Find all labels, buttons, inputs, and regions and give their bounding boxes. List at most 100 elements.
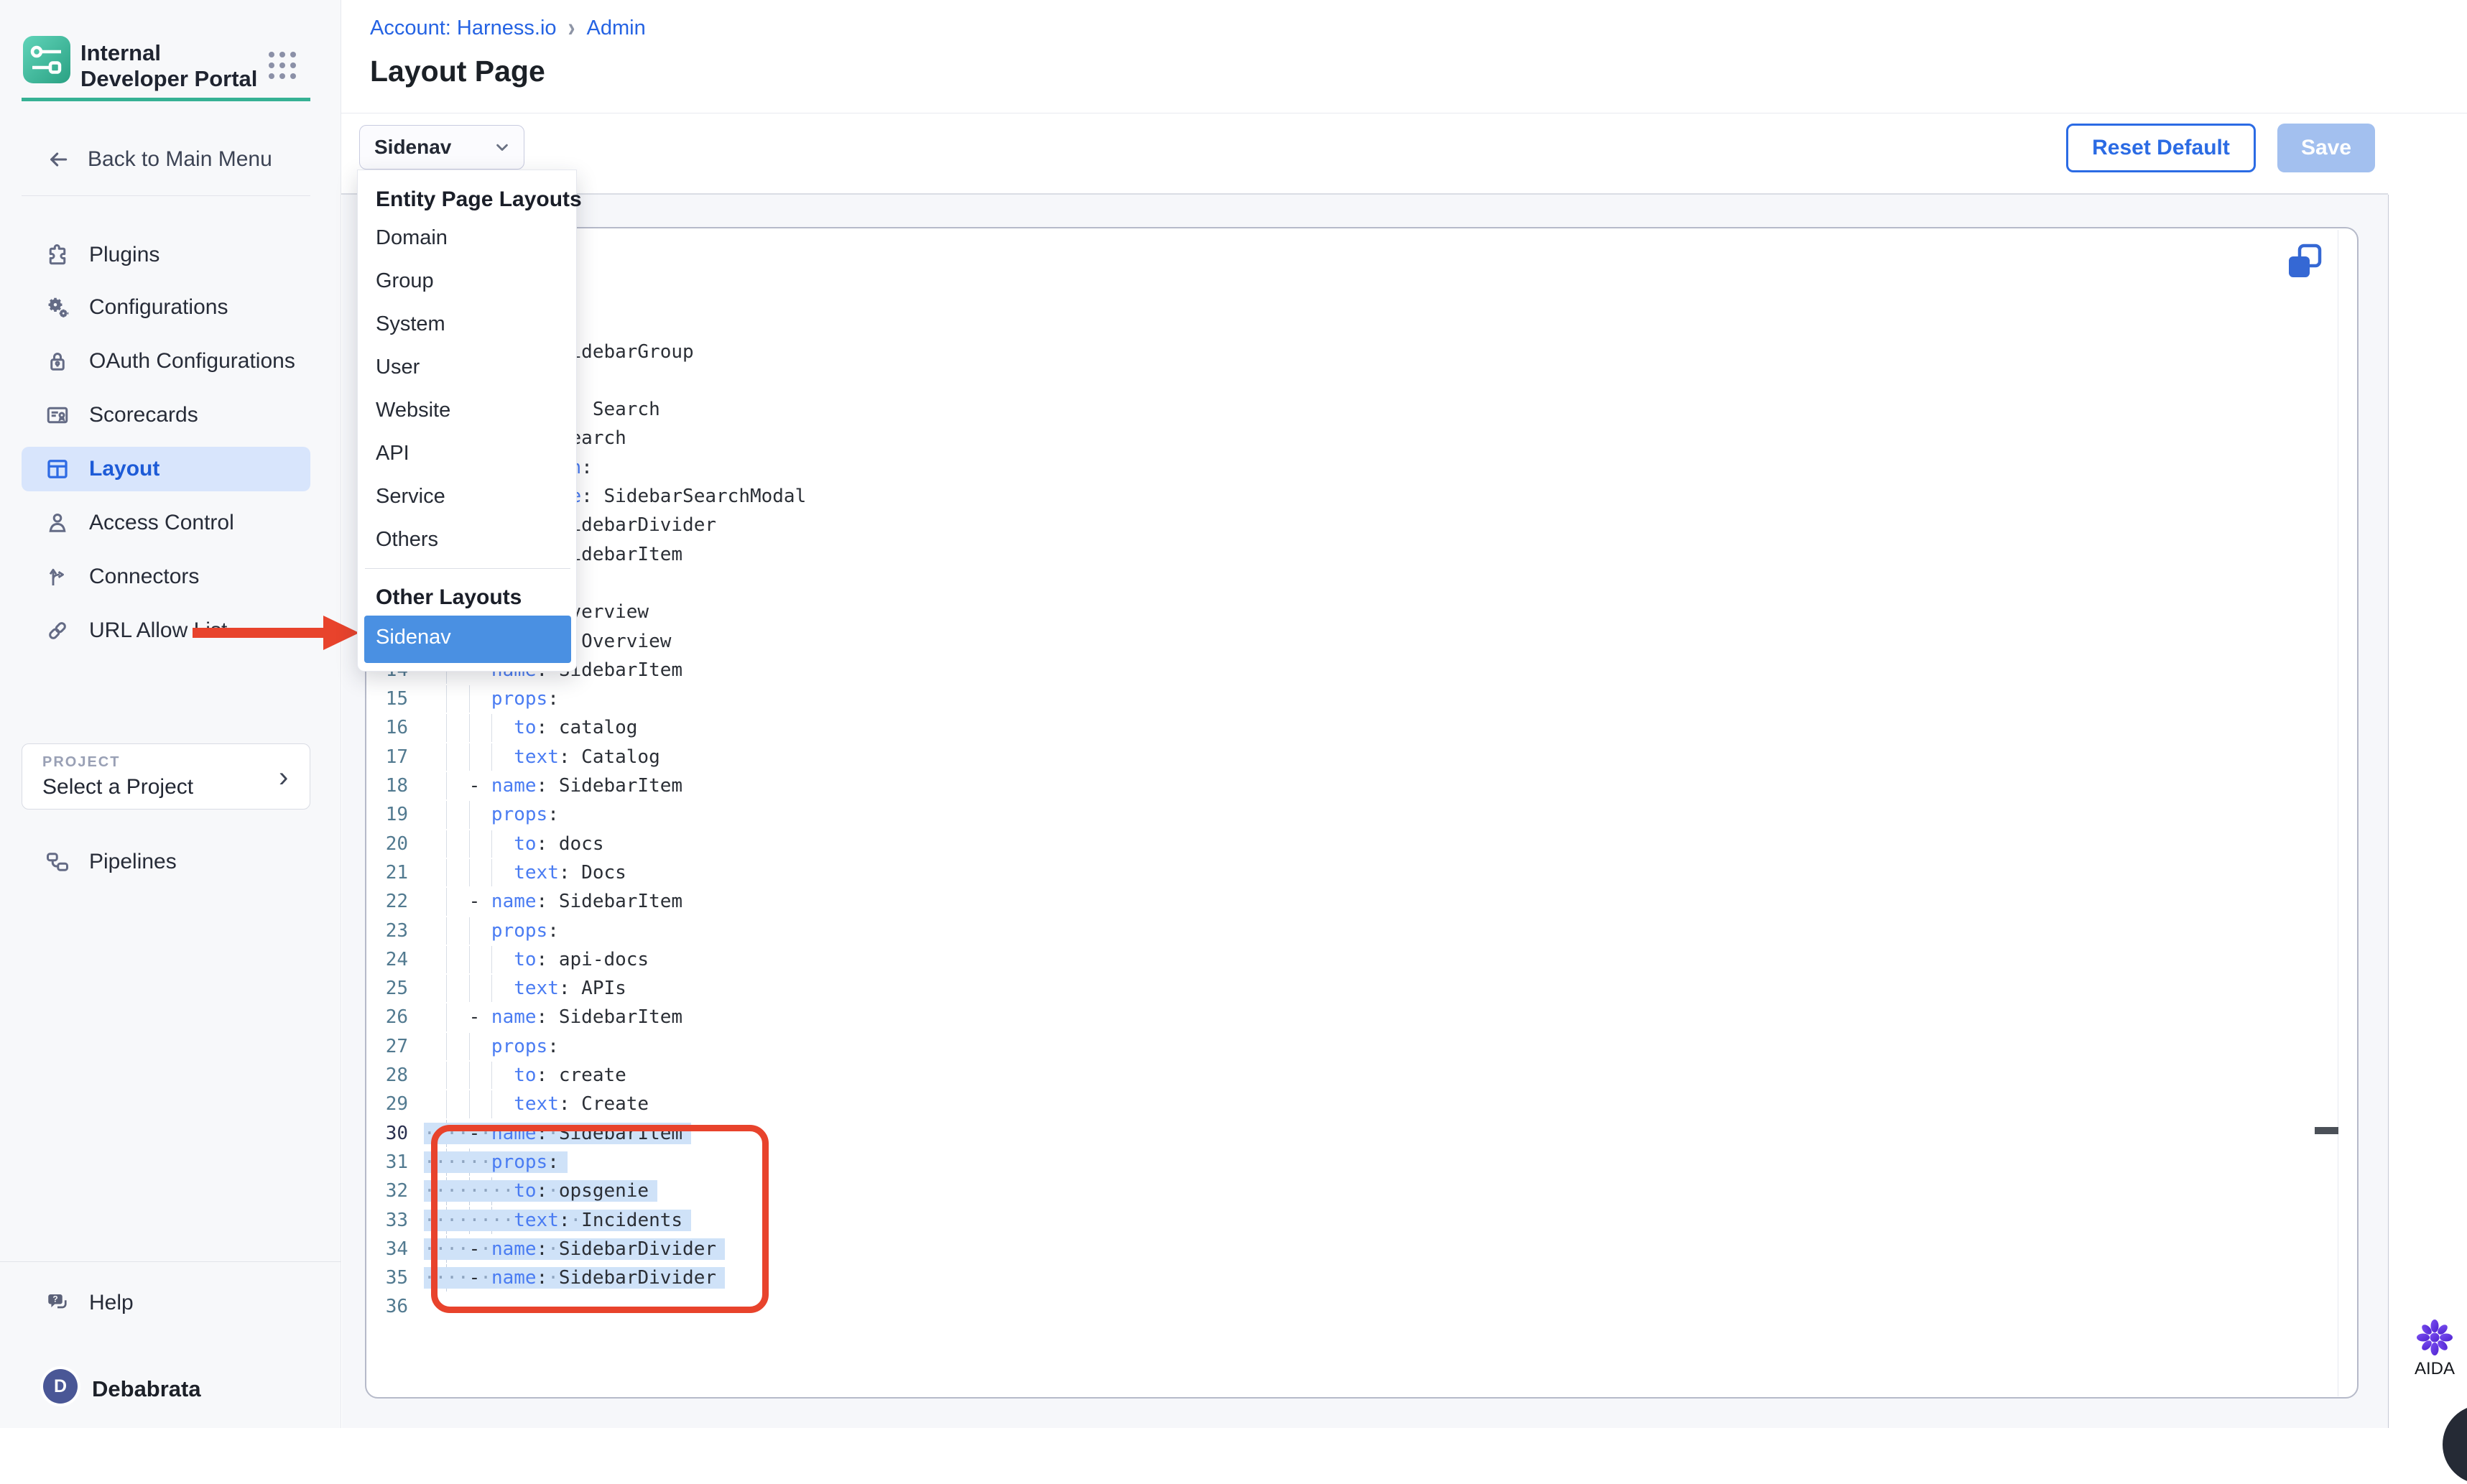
code-line-12[interactable]: 12 to: overview — [366, 598, 2335, 626]
sidebar-item-plugins[interactable]: Plugins — [22, 233, 310, 277]
line-number: 16 — [366, 713, 408, 742]
app-grid-icon[interactable] — [269, 52, 297, 80]
line-number: 20 — [366, 830, 408, 858]
layout-select-dropdown[interactable]: Sidenav — [359, 125, 524, 170]
layout-dropdown-menu: Entity Page Layouts DomainGroupSystemUse… — [357, 170, 577, 672]
sidebar-item-oauth-configurations[interactable]: OAuth Configurations — [22, 339, 310, 384]
code-line-35[interactable]: 35····-·name:·SidebarDivider — [366, 1263, 2335, 1292]
sidebar-item-access-control[interactable]: Access Control — [22, 501, 310, 545]
code-line-4[interactable]: 4 props: — [366, 366, 2335, 395]
person-icon — [45, 510, 70, 536]
dropdown-option-service[interactable]: Service — [376, 485, 445, 509]
code-line-27[interactable]: 27 props: — [366, 1032, 2335, 1061]
code-text: props: — [424, 685, 559, 713]
back-to-main-menu-button[interactable]: Back to Main Menu — [22, 141, 310, 178]
code-line-36[interactable]: 36 — [366, 1292, 2335, 1321]
sidebar-item-label: Layout — [89, 457, 159, 481]
dropdown-option-domain[interactable]: Domain — [376, 226, 448, 250]
code-line-28[interactable]: 28 to: create — [366, 1061, 2335, 1090]
code-text: to: create — [424, 1061, 626, 1090]
user-avatar[interactable]: D — [43, 1369, 78, 1404]
dropdown-option-system[interactable]: System — [376, 312, 445, 336]
code-line-15[interactable]: 15 props: — [366, 685, 2335, 713]
page-title: Layout Page — [370, 55, 545, 88]
app-title: Internal Developer Portal — [80, 40, 260, 92]
code-line-14[interactable]: 14 - name: SidebarItem — [366, 656, 2335, 685]
code-line-2[interactable]: 2 children: — [366, 308, 2335, 337]
line-number: 21 — [366, 858, 408, 887]
line-number: 34 — [366, 1235, 408, 1263]
dropdown-option-website[interactable]: Website — [376, 399, 450, 422]
line-number: 32 — [366, 1177, 408, 1205]
code-line-17[interactable]: 17 text: Catalog — [366, 743, 2335, 771]
code-line-7[interactable]: 7 children: — [366, 453, 2335, 482]
code-line-30[interactable]: 30····-·name:·SidebarItem — [366, 1119, 2335, 1148]
line-number: 24 — [366, 945, 408, 974]
code-line-29[interactable]: 29 text: Create — [366, 1090, 2335, 1118]
sidebar: Internal Developer Portal Back to Main M… — [0, 0, 341, 1428]
code-line-5[interactable]: 5 label: Search — [366, 395, 2335, 424]
code-line-11[interactable]: 11 props: — [366, 569, 2335, 598]
code-line-18[interactable]: 18 - name: SidebarItem — [366, 771, 2335, 800]
dropdown-divider — [365, 568, 570, 569]
scorecard-icon — [45, 402, 70, 428]
code-line-32[interactable]: 32 ········to:·opsgenie — [366, 1177, 2335, 1205]
sidebar-item-layout[interactable]: Layout — [22, 447, 310, 491]
save-button[interactable]: Save — [2277, 124, 2375, 172]
code-line-33[interactable]: 33········text:·Incidents — [366, 1206, 2335, 1235]
code-line-13[interactable]: 13 text: Overview — [366, 627, 2335, 656]
help-chat-icon: ? — [45, 1290, 70, 1316]
code-line-22[interactable]: 22 - name: SidebarItem — [366, 887, 2335, 916]
puzzle-icon — [45, 242, 70, 268]
sidebar-item-scorecards[interactable]: Scorecards — [22, 393, 310, 437]
sidebar-item-connectors[interactable]: Connectors — [22, 555, 310, 599]
code-line-9[interactable]: 9 - name: SidebarDivider — [366, 511, 2335, 539]
code-line-25[interactable]: 25 text: APIs — [366, 974, 2335, 1003]
code-line-10[interactable]: 10 - name: SidebarItem — [366, 540, 2335, 569]
reset-default-button[interactable]: Reset Default — [2066, 124, 2256, 172]
sidebar-item-pipelines[interactable]: Pipelines — [22, 840, 310, 884]
code-line-24[interactable]: 24 to: api-docs — [366, 945, 2335, 974]
code-line-23[interactable]: 23 props: — [366, 917, 2335, 945]
dropdown-option-user[interactable]: User — [376, 356, 420, 379]
toolbar-divider — [341, 193, 2388, 195]
code-text: ········to:·opsgenie — [424, 1177, 657, 1205]
pipelines-label: Pipelines — [89, 850, 177, 874]
code-line-20[interactable]: 20 to: docs — [366, 830, 2335, 858]
code-line-3[interactable]: 3 - name: SidebarGroup — [366, 338, 2335, 366]
code-text: text: APIs — [424, 974, 626, 1003]
code-text: ····-·name:·SidebarDivider — [424, 1235, 725, 1263]
code-editor-lines[interactable]: 1page:2 children:3 - name: SidebarGroup4… — [366, 279, 2335, 1322]
code-line-31[interactable]: 31······props: — [366, 1148, 2335, 1177]
sidebar-item-label: OAuth Configurations — [89, 349, 295, 374]
copy-icon[interactable] — [2285, 243, 2325, 283]
code-line-6[interactable]: 6 to: search — [366, 424, 2335, 453]
code-line-21[interactable]: 21 text: Docs — [366, 858, 2335, 887]
svg-text:?: ? — [52, 1294, 57, 1304]
code-line-16[interactable]: 16 to: catalog — [366, 713, 2335, 742]
dropdown-option-api[interactable]: API — [376, 442, 409, 465]
code-line-1[interactable]: 1page: — [366, 279, 2335, 308]
code-text: text: Docs — [424, 858, 626, 887]
sidebar-item-configurations[interactable]: Configurations — [22, 285, 310, 330]
code-line-19[interactable]: 19 props: — [366, 800, 2335, 829]
sidebar-item-label: Access Control — [89, 511, 234, 535]
code-line-26[interactable]: 26 - name: SidebarItem — [366, 1003, 2335, 1031]
line-number: 19 — [366, 800, 408, 829]
dropdown-option-group[interactable]: Group — [376, 269, 434, 293]
dropdown-option-others[interactable]: Others — [376, 528, 438, 552]
help-label: Help — [89, 1291, 134, 1315]
code-text: ····-·name:·SidebarDivider — [424, 1263, 725, 1292]
aida-assistant-button[interactable]: AIDA — [2399, 1317, 2467, 1396]
code-text: - name: SidebarItem — [424, 1003, 682, 1031]
breadcrumb-admin-link[interactable]: Admin — [587, 17, 646, 40]
project-selector[interactable]: PROJECT Select a Project — [22, 743, 310, 810]
lock-icon — [45, 348, 70, 374]
dropdown-option-sidenav-selected[interactable]: Sidenav — [364, 616, 571, 663]
back-arrow-icon — [45, 148, 72, 171]
code-line-8[interactable]: 8 - name: SidebarSearchModal — [366, 482, 2335, 511]
code-line-34[interactable]: 34 ····-·name:·SidebarDivider — [366, 1235, 2335, 1263]
gears-icon — [45, 295, 70, 320]
breadcrumb-account-link[interactable]: Account: Harness.io — [370, 17, 557, 40]
help-button[interactable]: ? Help — [22, 1281, 310, 1325]
